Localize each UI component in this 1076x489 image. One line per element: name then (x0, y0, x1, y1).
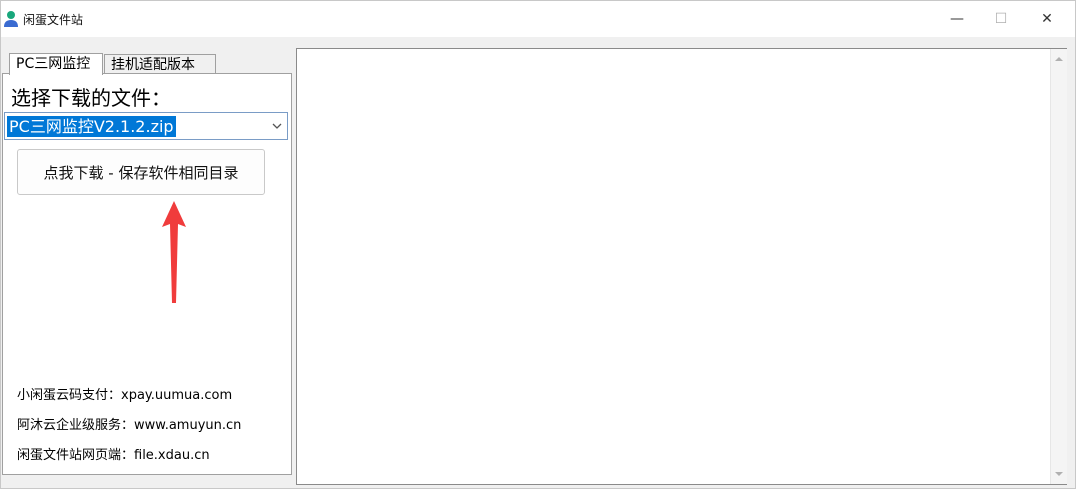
tab-pc-monitor[interactable]: PC三网监控 (9, 53, 103, 75)
maximize-button[interactable]: ☐ (978, 1, 1024, 37)
window-title: 闲蛋文件站 (23, 13, 84, 27)
info-line-web: 闲蛋文件站网页端：file.xdau.cn (17, 448, 210, 463)
app-window: 闲蛋文件站 — ☐ ✕ PC三网监控 挂机适配版本 选择下载的文件： PC三网监… (0, 0, 1076, 489)
scroll-up-icon[interactable] (1054, 54, 1064, 64)
info-line-cloud: 阿沐云企业级服务：www.amuyun.cn (17, 418, 242, 433)
title-bar[interactable]: 闲蛋文件站 — ☐ ✕ (1, 1, 1075, 37)
red-arrow-annotation (162, 201, 186, 303)
info-line-pay: 小闲蛋云码支付：xpay.uumua.com (17, 388, 233, 403)
scroll-down-icon[interactable] (1054, 469, 1064, 479)
choose-file-label: 选择下载的文件： (11, 86, 171, 110)
file-select-value: PC三网监控V2.1.2.zip (7, 116, 176, 137)
download-button[interactable]: 点我下载 - 保存软件相同目录 (17, 149, 265, 195)
output-textarea[interactable] (296, 48, 1067, 485)
close-button[interactable]: ✕ (1024, 1, 1070, 37)
user-icon (4, 11, 18, 27)
tab-idle-version[interactable]: 挂机适配版本 (104, 54, 216, 74)
minimize-button[interactable]: — (934, 1, 980, 37)
chevron-down-icon[interactable] (271, 119, 283, 133)
vertical-scrollbar[interactable] (1050, 49, 1067, 484)
file-select-dropdown[interactable]: PC三网监控V2.1.2.zip (4, 112, 288, 140)
